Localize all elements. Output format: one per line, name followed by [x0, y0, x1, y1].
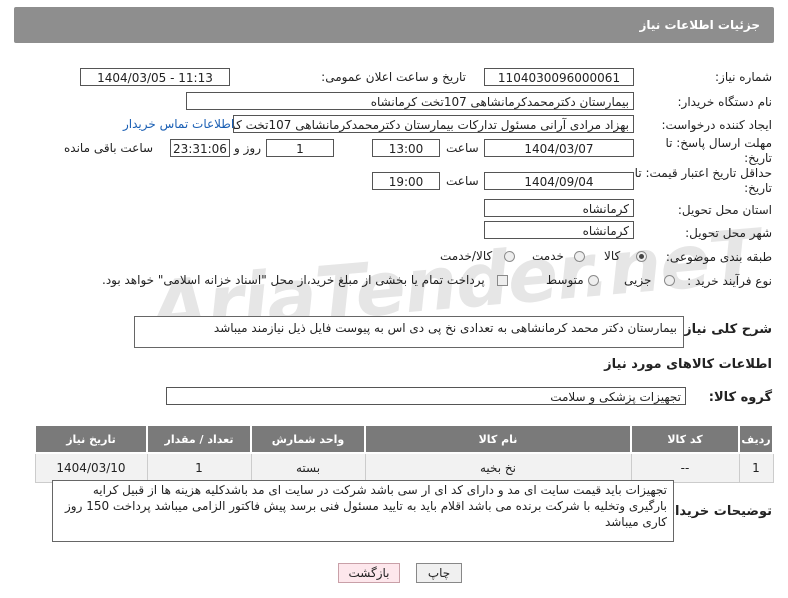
- page-title: جزئیات اطلاعات نیاز: [639, 18, 760, 32]
- goods-table-header: ردیف کد کالا نام کالا واحد شمارش تعداد /…: [34, 424, 774, 454]
- back-button[interactable]: بازگشت: [338, 563, 400, 583]
- col-row: ردیف: [738, 424, 774, 454]
- remaining-time-field: 23:31:06: [170, 139, 230, 157]
- process-medium-label: متوسط: [546, 273, 584, 287]
- col-date: تاریخ نیاز: [34, 424, 148, 454]
- table-row: 1 -- نخ بخیه بسته 1 1404/03/10: [34, 452, 774, 483]
- contact-info-link[interactable]: اطلاعات تماس خریدار: [123, 117, 234, 131]
- process-partial-label: جزیی: [624, 273, 652, 287]
- remaining-label: ساعت باقی مانده: [64, 141, 154, 155]
- cell-code: --: [630, 452, 740, 483]
- process-partial-radio[interactable]: [664, 275, 675, 286]
- province-label: استان محل تحویل:: [677, 203, 772, 217]
- need-number-label: شماره نیاز:: [715, 70, 772, 84]
- days-field: 1: [266, 139, 334, 157]
- col-unit: واحد شمارش: [250, 424, 366, 454]
- price-validity-date-field: 1404/09/04: [484, 172, 634, 190]
- deadline-time-field: 13:00: [372, 139, 440, 157]
- print-button[interactable]: چاپ: [416, 563, 462, 583]
- buyer-org-field: بیمارستان دکترمحمدکرمانشاهی 107تخت کرمان…: [186, 92, 634, 110]
- price-validity-time-field: 19:00: [372, 172, 440, 190]
- announce-field: 1404/03/05 - 11:13: [80, 68, 230, 86]
- province-field: کرمانشاه: [484, 199, 634, 217]
- days-label: روز و: [234, 141, 261, 155]
- price-validity-label: حداقل تاریخ اعتبار قیمت: تا تاریخ:: [634, 166, 772, 195]
- cell-name: نخ بخیه: [364, 452, 632, 483]
- cell-unit: بسته: [250, 452, 366, 483]
- goods-group-label: گروه کالا:: [708, 390, 772, 405]
- treasury-checkbox[interactable]: [497, 275, 508, 286]
- buyer-notes-label: توضیحات خریدار:: [662, 504, 772, 519]
- process-label: نوع فرآیند خرید :: [687, 274, 772, 288]
- buyer-notes-textarea[interactable]: تجهیزات باید قیمت سایت ای مد و دارای کد …: [52, 480, 674, 542]
- col-name: نام کالا: [364, 424, 632, 454]
- category-service-label: خدمت: [532, 249, 564, 263]
- category-goods-service-radio[interactable]: [504, 251, 515, 262]
- goods-section-title: اطلاعات کالاهای مورد نیاز: [604, 357, 772, 372]
- city-label: شهر محل تحویل:: [685, 226, 772, 240]
- col-qty: تعداد / مقدار: [146, 424, 252, 454]
- cell-qty: 1: [146, 452, 252, 483]
- cell-date: 1404/03/10: [34, 452, 148, 483]
- category-label: طبقه بندی موضوعی:: [665, 250, 772, 264]
- category-goods-label: کالا: [604, 249, 621, 263]
- description-label: شرح کلی نیاز:: [678, 322, 772, 337]
- goods-table: ردیف کد کالا نام کالا واحد شمارش تعداد /…: [34, 424, 774, 483]
- deadline-time-label: ساعت: [446, 141, 479, 155]
- page-header: جزئیات اطلاعات نیاز: [14, 7, 774, 43]
- requester-label: ایجاد کننده درخواست:: [661, 118, 772, 132]
- need-number-field: 1104030096000061: [484, 68, 634, 86]
- category-goods-service-label: کالا/خدمت: [440, 249, 493, 263]
- cell-row: 1: [738, 452, 774, 483]
- col-code: کد کالا: [630, 424, 740, 454]
- goods-group-field: تجهیزات پزشکی و سلامت: [166, 387, 686, 405]
- price-validity-time-label: ساعت: [446, 174, 479, 188]
- process-medium-radio[interactable]: [588, 275, 599, 286]
- category-service-radio[interactable]: [574, 251, 585, 262]
- description-textarea[interactable]: بیمارستان دکتر محمد کرمانشاهی به تعدادی …: [134, 316, 684, 348]
- city-field: کرمانشاه: [484, 221, 634, 239]
- buyer-org-label: نام دستگاه خریدار:: [677, 95, 773, 109]
- deadline-label: مهلت ارسال پاسخ: تا تاریخ:: [665, 136, 772, 165]
- deadline-date-field: 1404/03/07: [484, 139, 634, 157]
- payment-note: پرداخت تمام یا بخشی از مبلغ خرید،از محل …: [102, 273, 485, 287]
- category-goods-radio[interactable]: [636, 251, 647, 262]
- requester-field: بهزاد مرادی آرانی مسئول تدارکات بیمارستا…: [233, 115, 634, 133]
- announce-label: تاریخ و ساعت اعلان عمومی:: [321, 70, 466, 84]
